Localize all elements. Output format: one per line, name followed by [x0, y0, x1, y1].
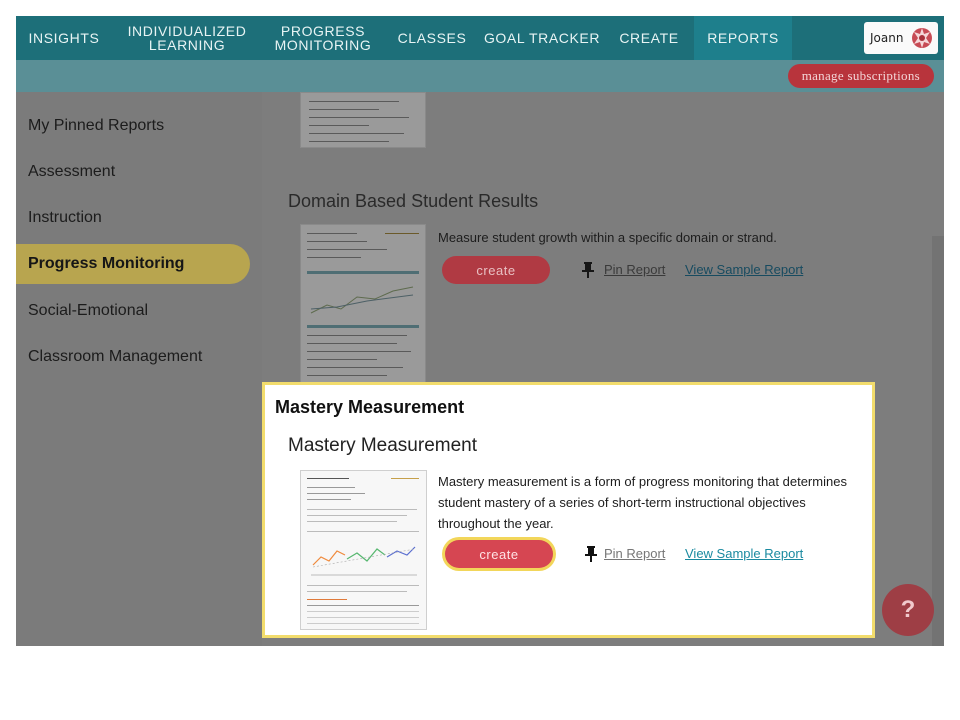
report-thumbnail-mastery-measurement[interactable]	[300, 470, 427, 630]
create-button-domain-based[interactable]: create	[442, 256, 550, 284]
nav-individualized-learning[interactable]: INDIVIDUALIZED LEARNING	[112, 16, 262, 60]
sidebar-item-classroom-management[interactable]: Classroom Management	[16, 337, 252, 377]
manage-subscriptions-button[interactable]: manage subscriptions	[787, 64, 934, 88]
nav-reports[interactable]: REPORTS	[694, 16, 792, 60]
sidebar-item-my-pinned-reports[interactable]: My Pinned Reports	[16, 106, 252, 146]
mastery-measurement-panel: Mastery Measurement Mastery Measurement	[262, 382, 875, 638]
pin-report-link-domain-based[interactable]: Pin Report	[604, 262, 665, 277]
nav-insights[interactable]: INSIGHTS	[16, 16, 112, 60]
sidebar-item-social-emotional[interactable]: Social-Emotional	[16, 291, 252, 331]
nav-create[interactable]: CREATE	[604, 16, 694, 60]
nav-progress-monitoring[interactable]: PROGRESS MONITORING	[262, 16, 384, 60]
thumbnail-chart-icon	[310, 286, 414, 314]
report-title-mastery-measurement: Mastery Measurement	[288, 435, 478, 456]
view-sample-report-link-domain-based[interactable]: View Sample Report	[685, 262, 803, 277]
user-name: Joann	[870, 31, 904, 45]
thumbnail-progress-chart-icon	[311, 546, 417, 576]
user-menu[interactable]: Joann	[864, 22, 938, 54]
panel-heading: Mastery Measurement	[275, 397, 465, 417]
report-description-mastery-measurement: Mastery measurement is a form of progres…	[438, 474, 847, 531]
sidebar-item-progress-monitoring[interactable]: Progress Monitoring	[16, 244, 250, 284]
report-description-domain-based: Measure student growth within a specific…	[438, 230, 777, 245]
report-thumbnail-domain-based[interactable]	[300, 224, 426, 384]
report-title-domain-based: Domain Based Student Results	[288, 191, 539, 211]
pin-icon	[582, 262, 594, 278]
nav-goal-tracker[interactable]: GOAL TRACKER	[480, 16, 604, 60]
pin-icon	[585, 546, 597, 562]
sub-bar: manage subscriptions	[16, 60, 944, 92]
nav-classes[interactable]: CLASSES	[384, 16, 480, 60]
sidebar: My Pinned Reports Assessment Instruction…	[16, 92, 262, 646]
create-button-mastery-measurement[interactable]: create	[445, 540, 553, 568]
report-thumbnail-previous	[300, 92, 426, 148]
view-sample-report-link-mastery-measurement[interactable]: View Sample Report	[685, 546, 803, 561]
app-window: INSIGHTS INDIVIDUALIZED LEARNING PROGRES…	[16, 16, 944, 646]
scroll-track[interactable]	[932, 236, 944, 646]
help-button[interactable]: ?	[882, 584, 934, 636]
sidebar-item-assessment[interactable]: Assessment	[16, 152, 252, 192]
user-avatar-icon	[912, 28, 932, 48]
top-nav: INSIGHTS INDIVIDUALIZED LEARNING PROGRES…	[16, 16, 944, 60]
pin-report-link-mastery-measurement[interactable]: Pin Report	[604, 546, 665, 561]
sidebar-item-instruction[interactable]: Instruction	[16, 198, 252, 238]
